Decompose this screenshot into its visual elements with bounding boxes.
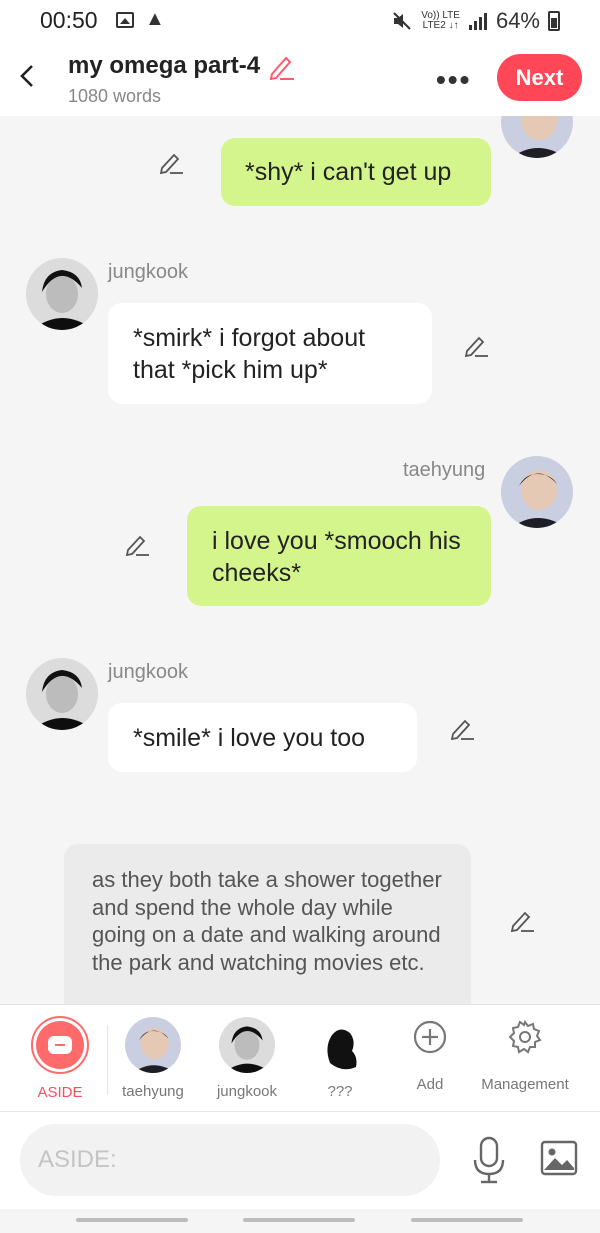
status-right: Vo)) LTE LTE2 ↓↑ 64% (391, 6, 560, 36)
microphone-icon[interactable] (470, 1136, 508, 1186)
edit-message-icon[interactable] (449, 716, 475, 740)
speaker-name: jungkook (108, 261, 189, 283)
edit-message-icon[interactable] (124, 532, 150, 556)
battery-icon (548, 11, 560, 31)
speaker-name: jungkook (108, 661, 189, 683)
mute-icon (393, 12, 411, 30)
avatar-taehyung (125, 1017, 181, 1073)
nav-recent[interactable] (76, 1218, 188, 1222)
add-circle-icon (413, 1020, 447, 1054)
edit-message-icon[interactable] (463, 333, 489, 357)
image-icon[interactable] (540, 1140, 578, 1176)
back-arrow-icon[interactable] (14, 58, 42, 94)
message-text: *smile* i love you too (133, 724, 366, 752)
divider (107, 1025, 108, 1095)
silhouette-avatar-icon (312, 1017, 368, 1073)
status-bar: 00:50 ▲ Vo)) LTE LTE2 ↓↑ 64% (0, 0, 600, 44)
message-text: *shy* i can't get up (245, 158, 452, 186)
title-row: my omega part-4 (68, 52, 296, 80)
character-bar: ASIDE taehyung jungkook ??? Add Manageme… (0, 1004, 600, 1112)
avatar-taehyung[interactable] (501, 456, 573, 528)
nav-home[interactable] (243, 1218, 355, 1222)
add-label: Add (416, 1076, 444, 1093)
edit-narration-icon[interactable] (509, 908, 535, 932)
message-bubble[interactable]: *smile* i love you too (108, 703, 417, 772)
narration-text: as they both take a shower together and … (92, 867, 442, 975)
word-count: 1080 words (68, 86, 162, 106)
aside-selector[interactable]: ASIDE (20, 1005, 100, 1113)
network-label: Vo)) LTE LTE2 ↓↑ (421, 11, 460, 31)
nav-back[interactable] (411, 1218, 523, 1222)
speaker-name: taehyung (403, 459, 486, 481)
message-text: *smirk* i forgot about that *pick him up… (133, 324, 366, 384)
message-text: i love you *smooch his cheeks* (212, 527, 461, 587)
battery-percent: 64% (495, 8, 540, 33)
network-bottom: LTE2 ↓↑ (422, 20, 459, 31)
edit-message-icon[interactable] (158, 150, 184, 174)
character-name: jungkook (216, 1083, 278, 1100)
character-jungkook[interactable]: jungkook (207, 1005, 287, 1113)
gear-icon (508, 1019, 542, 1054)
edit-title-pencil-icon[interactable] (266, 52, 296, 80)
story-title: my omega part-4 (68, 52, 261, 79)
gallery-notification-icon (116, 12, 134, 28)
character-unknown[interactable]: ??? (300, 1005, 380, 1113)
add-character-button[interactable]: Add (390, 1005, 470, 1113)
status-time: 00:50 (40, 7, 98, 33)
management-button[interactable]: Management (475, 1005, 575, 1113)
story-header: my omega part-4 1080 words ••• Next (0, 44, 600, 116)
aside-icon (36, 1021, 84, 1069)
aside-label: ASIDE (37, 1084, 83, 1101)
message-bubble[interactable]: *smirk* i forgot about that *pick him up… (108, 303, 432, 404)
chat-area: *shy* i can't get up jungkook *smirk* i … (0, 116, 600, 1004)
message-bubble[interactable]: *shy* i can't get up (221, 138, 491, 206)
narration-bubble[interactable]: as they both take a shower together and … (64, 844, 471, 1004)
aside-input[interactable] (20, 1124, 440, 1196)
avatar-jungkook[interactable] (26, 658, 98, 730)
management-label: Management (481, 1076, 569, 1093)
system-nav-bar (0, 1209, 600, 1233)
character-name: ??? (327, 1083, 353, 1100)
aside-circle (31, 1016, 89, 1074)
character-taehyung[interactable]: taehyung (113, 1005, 193, 1113)
signal-icon (468, 13, 487, 30)
input-row (0, 1112, 600, 1209)
more-options-icon[interactable]: ••• (436, 64, 471, 96)
character-name: taehyung (122, 1083, 184, 1100)
message-bubble[interactable]: i love you *smooch his cheeks* (187, 506, 491, 606)
warning-icon: ▲ (145, 8, 165, 30)
avatar-taehyung[interactable] (501, 116, 573, 158)
avatar-jungkook (219, 1017, 275, 1073)
avatar-jungkook[interactable] (26, 258, 98, 330)
next-button[interactable]: Next (497, 54, 582, 101)
